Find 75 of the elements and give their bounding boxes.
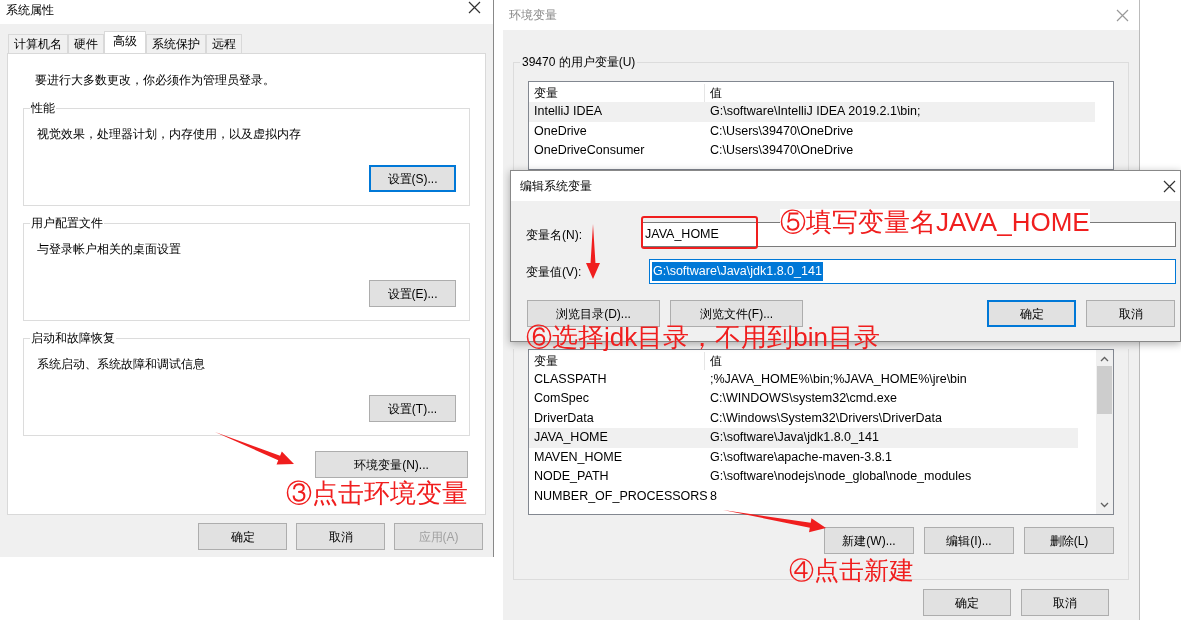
table-row[interactable]: NUMBER_OF_PROCESSORS 8 [529,486,1078,506]
dialog-button[interactable]: 取消 [1021,589,1109,616]
field-label: 变量值(V): [526,263,583,281]
window-title: 编辑系统变量 [520,178,592,195]
window-title: 环境变量 [509,7,557,24]
tab[interactable]: 系统保护 [146,34,206,53]
table-cell-text: ;%JAVA_HOME%\bin;%JAVA_HOME%\jre\bin [709,370,968,388]
admin-notice: 要进行大多数更改，你必须作为管理员登录。 [35,72,276,89]
group-title: 性能 [30,100,56,116]
dialog-button[interactable]: 设置(E)... [369,280,456,307]
scroll-up-icon[interactable] [1100,355,1109,362]
table-cell-text: G:\software\nodejs\node_global\node_modules [709,468,973,486]
dialog-button[interactable]: 删除(L) [1024,527,1114,554]
table-cell-text: JAVA_HOME [533,429,609,447]
dialog-button[interactable]: 确定 [987,300,1076,327]
tab[interactable]: 计算机名 [8,34,68,53]
dialog-button[interactable]: 设置(T)... [369,395,456,422]
tab[interactable]: 远程 [206,34,242,53]
scroll-down-icon[interactable] [1100,502,1109,508]
window-title: 系统属性 [6,2,54,19]
dialog-button[interactable]: 新建(W)... [824,527,914,554]
table-row[interactable]: MAVEN_HOME G:\software\apache-maven-3.8.1 [529,447,1078,467]
column-header[interactable]: 变量 [529,351,705,370]
annotation-text: ⑥选择jdk目录，不用到bin目录 [526,324,880,350]
table-cell-text: G:\software\apache-maven-3.8.1 [709,448,894,466]
table-cell-text: C:\Windows\System32\Drivers\DriverData [709,409,943,427]
table-cell-text: G:\software\IntelliJ IDEA 2019.2.1\bin; [709,103,922,121]
close-icon[interactable] [468,1,481,14]
scrollbar[interactable] [1096,349,1113,514]
table-row[interactable]: OneDrive C:\Users\39470\OneDrive [529,121,1095,141]
table-cell-text: 8 [709,487,718,505]
table-row[interactable]: JAVA_HOME G:\software\Java\jdk1.8.0_141 [529,428,1078,448]
dialog-button[interactable]: 设置(S)... [369,165,456,192]
group-title: 用户配置文件 [30,215,104,231]
group-title: 启动和故障恢复 [30,330,116,346]
table-row[interactable]: OneDriveConsumer C:\Users\39470\OneDrive [529,141,1095,161]
table-cell-text: G:\software\Java\jdk1.8.0_141 [709,429,880,447]
tab[interactable]: 硬件 [68,34,104,53]
table-cell-text: OneDriveConsumer [533,142,646,160]
dialog-button[interactable]: 编辑(I)... [924,527,1014,554]
table-cell-text: MAVEN_HOME [533,448,623,466]
table-row[interactable]: DriverData C:\Windows\System32\Drivers\DriverData [529,408,1078,428]
table-row[interactable]: NODE_PATH G:\software\nodejs\node_global\node_modules [529,467,1078,487]
table-row[interactable]: IntelliJ IDEA G:\software\IntelliJ IDEA 2019.2.1\bin; [529,102,1095,122]
group-description: 与登录帐户相关的桌面设置 [37,241,182,258]
annotation-text: ⑤填写变量名JAVA_HOME [780,209,1090,235]
column-header[interactable]: 值 [705,84,1113,102]
close-icon[interactable] [1163,179,1176,193]
group-description: 系统启动、系统故障和调试信息 [37,356,206,373]
table-cell-text: C:\Users\39470\OneDrive [709,142,855,160]
table-cell-text: CLASSPATH [533,370,608,388]
annotation-text: ④点击新建 [789,558,914,583]
group-description: 视觉效果，处理器计划，内存使用，以及虚拟内存 [37,126,302,143]
column-header[interactable]: 值 [705,351,1096,370]
table-cell-text: OneDrive [533,122,588,140]
table-cell-text: ComSpec [533,390,590,408]
field-label: 变量名(N): [526,226,583,244]
dialog-button[interactable]: 确定 [923,589,1011,616]
table-row[interactable]: CLASSPATH ;%JAVA_HOME%\bin;%JAVA_HOME%\jre\bin [529,369,1078,389]
input-field[interactable]: G:\software\Java\jdk1.8.0_141 [649,259,1176,284]
table-cell-text: C:\WINDOWS\system32\cmd.exe [709,390,898,408]
table-cell-text: NUMBER_OF_PROCESSORS [533,487,705,505]
table-cell-text: IntelliJ IDEA [533,103,604,121]
tab[interactable]: 高级 [104,31,146,53]
dialog-button[interactable]: 环境变量(N)... [315,451,468,478]
table-cell-text: NODE_PATH [533,468,610,486]
dialog-button[interactable]: 取消 [1086,300,1175,327]
table-row[interactable]: ComSpec C:\WINDOWS\system32\cmd.exe [529,389,1078,409]
scrollbar-thumb[interactable] [1097,365,1112,414]
dialog-button[interactable]: 确定 [198,523,287,550]
table-cell-text: DriverData [533,409,595,427]
table-cell-text: C:\Users\39470\OneDrive [709,122,855,140]
dialog-button[interactable]: 取消 [296,523,385,550]
group-title: 39470 的用户变量(U) [520,54,638,70]
annotation-text: ③点击环境变量 [286,480,468,506]
